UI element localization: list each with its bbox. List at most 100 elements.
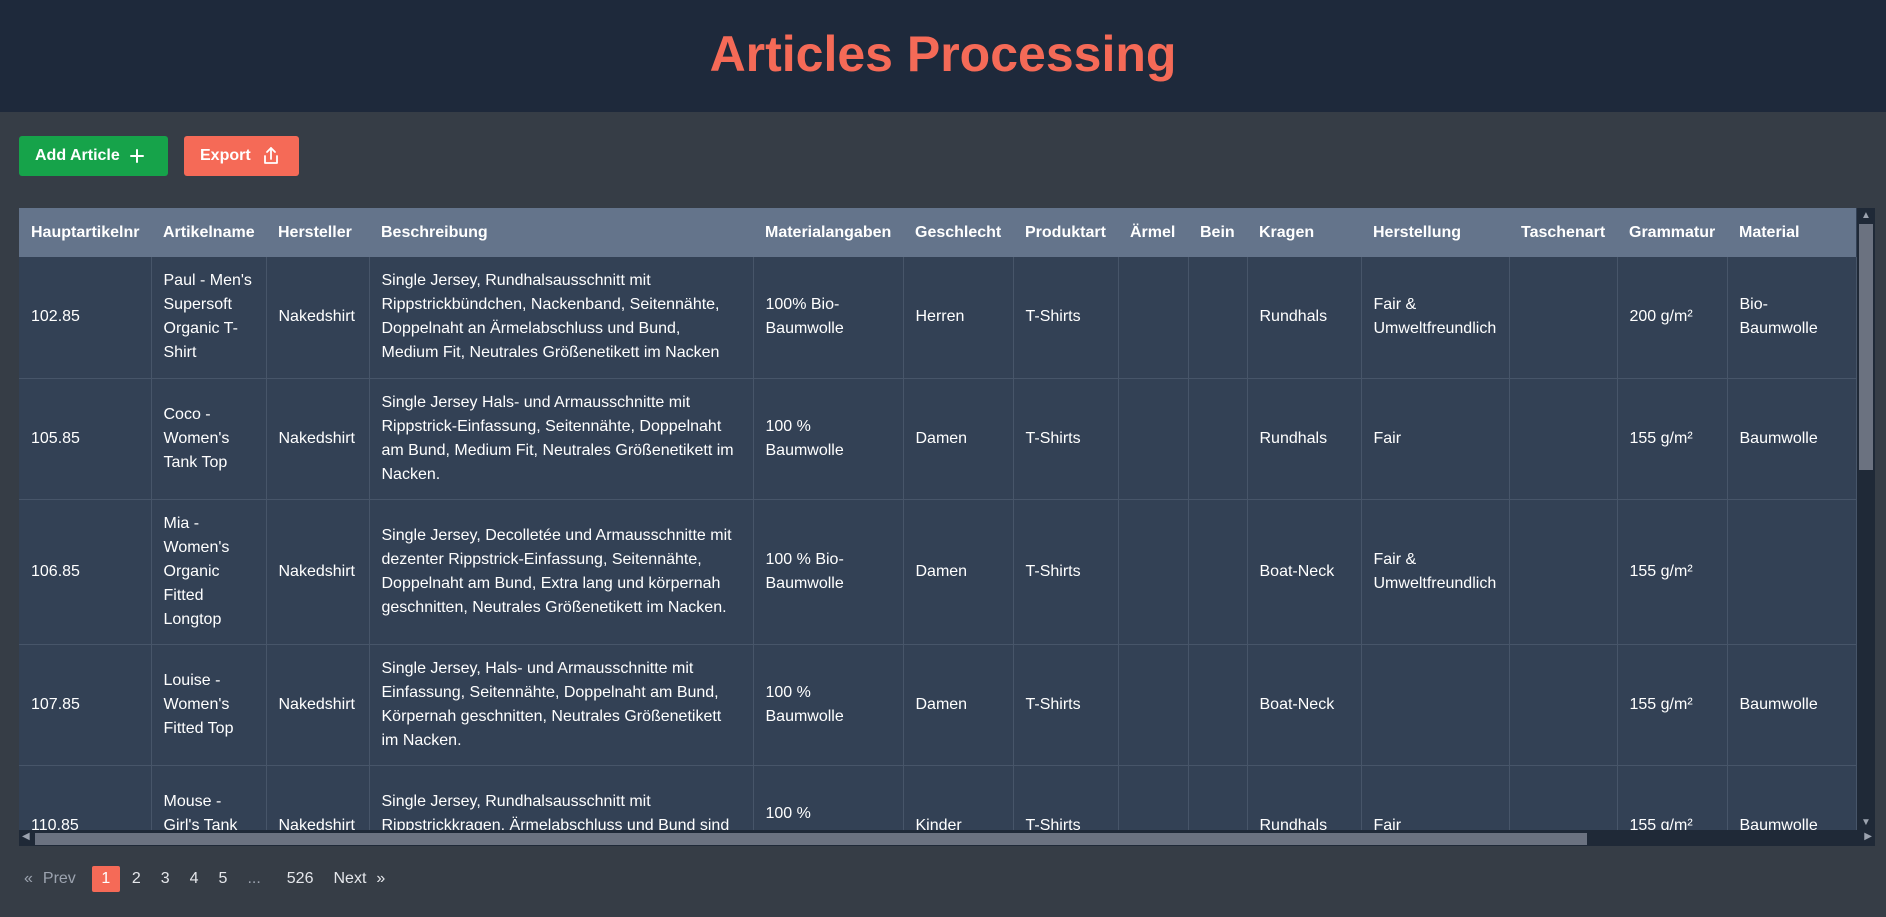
table-cell: 155 g/m² [1617, 499, 1728, 645]
add-article-label: Add Article [35, 147, 120, 164]
table-cell: Herren [903, 257, 1014, 379]
table-cell: 107.85 [19, 644, 152, 766]
app-header: Articles Processing [0, 0, 1886, 112]
table-cell: Single Jersey Hals- und Armausschnitte m… [369, 378, 754, 500]
table-cell: Damen [903, 644, 1014, 766]
table-cell [1361, 644, 1510, 766]
articles-table-container: Hauptartikelnr Artikelname Hersteller Be… [19, 208, 1875, 846]
table-cell: Single Jersey, Rundhalsausschnitt mit Ri… [369, 257, 754, 379]
column-header-grammatur[interactable]: Grammatur [1617, 208, 1727, 257]
scroll-up-icon[interactable]: ▲ [1861, 210, 1871, 221]
page-link-1[interactable]: 1 [91, 866, 120, 892]
table-cell: Nakedshirt [266, 644, 370, 766]
column-header-artikelname[interactable]: Artikelname [151, 208, 266, 257]
table-cell: T-Shirts [1013, 499, 1119, 645]
page-link-5[interactable]: 5 [219, 870, 228, 888]
column-header-kragen[interactable]: Kragen [1247, 208, 1361, 257]
table-cell: Baumwolle [1727, 644, 1857, 766]
column-header-taschenart[interactable]: Taschenart [1509, 208, 1617, 257]
table-cell [1118, 378, 1189, 500]
table-cell [1118, 257, 1189, 379]
column-header-geschlecht[interactable]: Geschlecht [903, 208, 1013, 257]
table-cell: 155 g/m² [1617, 378, 1728, 500]
prev-page-link[interactable]: Prev [43, 870, 76, 888]
table-cell: Boat-Neck [1247, 644, 1362, 766]
table-cell: Nakedshirt [266, 378, 370, 500]
horizontal-scrollbar[interactable]: ◀ ▶ [19, 830, 1875, 846]
column-header-materialangaben[interactable]: Materialangaben [753, 208, 903, 257]
table-cell [1188, 257, 1248, 379]
table-cell: 200 g/m² [1617, 257, 1728, 379]
page-title: Articles Processing [709, 26, 1177, 82]
table-cell: Nakedshirt [266, 499, 370, 645]
table-cell: Damen [903, 378, 1014, 500]
column-header-material[interactable]: Material [1727, 208, 1856, 257]
add-article-button[interactable]: Add Article [19, 136, 168, 176]
export-label: Export [200, 147, 251, 164]
column-header-hersteller[interactable]: Hersteller [266, 208, 369, 257]
table-cell: T-Shirts [1013, 257, 1119, 379]
table-cell [1509, 499, 1618, 645]
page-link-3[interactable]: 3 [161, 870, 170, 888]
horizontal-scrollbar-thumb[interactable] [35, 833, 1587, 845]
table-cell: 105.85 [19, 378, 152, 500]
column-header-herstellung[interactable]: Herstellung [1361, 208, 1509, 257]
table-row[interactable]: 102.85 Paul - Men's Supersoft Organic T-… [19, 257, 1857, 379]
vertical-scrollbar-thumb[interactable] [1859, 224, 1873, 470]
table-cell: T-Shirts [1013, 644, 1119, 766]
table-cell: 155 g/m² [1617, 644, 1728, 766]
column-header-aermel[interactable]: Ärmel [1118, 208, 1188, 257]
scroll-right-icon[interactable]: ▶ [1864, 831, 1872, 842]
table-cell: 102.85 [19, 257, 152, 379]
table-cell: Nakedshirt [266, 257, 370, 379]
table-header-row: Hauptartikelnr Artikelname Hersteller Be… [19, 208, 1856, 257]
table-cell: Bio-Baumwolle [1727, 257, 1857, 379]
first-page-link[interactable]: « [24, 870, 33, 888]
table-cell: Fair & Umweltfreundlich [1361, 257, 1510, 379]
table-cell: 106.85 [19, 499, 152, 645]
pagination: « Prev 1 2 3 4 5 ... 526 Next » [24, 866, 401, 892]
table-cell: Louise - Women's Fitted Top [151, 644, 267, 766]
page-link-2[interactable]: 2 [132, 870, 141, 888]
table-cell: 100 % Bio-Baumwolle [753, 499, 904, 645]
table-cell: Single Jersey, Decolletée und Armausschn… [369, 499, 754, 645]
export-button[interactable]: Export [184, 136, 299, 176]
table-cell [1509, 257, 1618, 379]
last-page-link[interactable]: » [376, 870, 385, 888]
page-link-last[interactable]: 526 [287, 870, 314, 888]
table-cell: Coco - Women's Tank Top [151, 378, 267, 500]
next-page-link[interactable]: Next [333, 870, 366, 888]
articles-table: Hauptartikelnr Artikelname Hersteller Be… [19, 208, 1857, 846]
table-row[interactable]: 107.85 Louise - Women's Fitted Top Naked… [19, 644, 1857, 766]
toolbar: Add Article Export [19, 136, 299, 176]
table-cell: Boat-Neck [1247, 499, 1362, 645]
table-cell: Paul - Men's Supersoft Organic T-Shirt [151, 257, 267, 379]
column-header-hauptartikelnr[interactable]: Hauptartikelnr [19, 208, 151, 257]
table-cell: 100% Bio-Baumwolle [753, 257, 904, 379]
table-cell: Fair [1361, 378, 1510, 500]
scroll-left-icon[interactable]: ◀ [22, 831, 30, 842]
pagination-ellipsis: ... [247, 870, 261, 887]
table-cell: Baumwolle [1727, 378, 1857, 500]
table-cell: Single Jersey, Hals- und Armausschnitte … [369, 644, 754, 766]
table-cell: Damen [903, 499, 1014, 645]
table-cell: Fair & Umweltfreundlich [1361, 499, 1510, 645]
table-cell: 100 % Baumwolle [753, 378, 904, 500]
column-header-produktart[interactable]: Produktart [1013, 208, 1118, 257]
column-header-bein[interactable]: Bein [1188, 208, 1247, 257]
table-cell [1188, 378, 1248, 500]
table-cell [1118, 499, 1189, 645]
table-cell [1188, 499, 1248, 645]
table-cell: Mia - Women's Organic Fitted Longtop [151, 499, 267, 645]
table-cell: Rundhals [1247, 257, 1362, 379]
column-header-beschreibung[interactable]: Beschreibung [369, 208, 753, 257]
vertical-scrollbar[interactable]: ▲ ▼ [1857, 208, 1875, 830]
table-cell [1509, 644, 1618, 766]
table-cell: Rundhals [1247, 378, 1362, 500]
table-row[interactable]: 105.85 Coco - Women's Tank Top Nakedshir… [19, 378, 1857, 500]
table-cell [1509, 378, 1618, 500]
page-link-4[interactable]: 4 [190, 870, 199, 888]
table-cell [1188, 644, 1248, 766]
scroll-down-icon[interactable]: ▼ [1861, 817, 1871, 828]
table-row[interactable]: 106.85 Mia - Women's Organic Fitted Long… [19, 499, 1857, 645]
